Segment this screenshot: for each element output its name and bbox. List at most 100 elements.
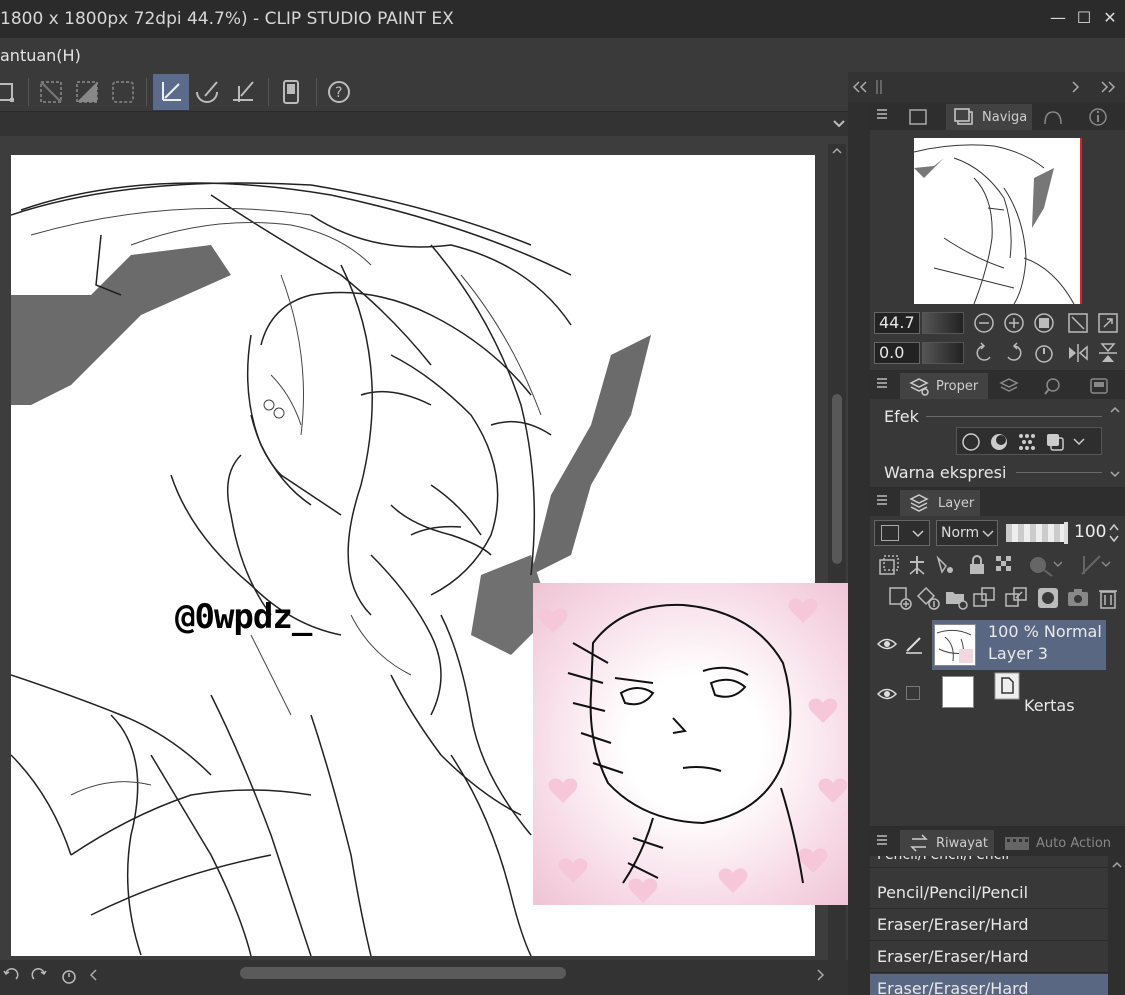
fit-to-navigator-icon[interactable] (1096, 311, 1120, 335)
new-folder-icon[interactable] (944, 586, 968, 610)
reference-layer-icon[interactable] (906, 554, 928, 576)
tab-sub-view[interactable] (900, 104, 944, 130)
reset-rotate-icon[interactable] (1032, 341, 1056, 365)
menu-icon[interactable] (876, 108, 888, 120)
grip-icon[interactable] (874, 78, 884, 96)
layer-color-select[interactable] (874, 520, 930, 546)
ruler-display-icon[interactable] (1080, 554, 1114, 578)
create-mask-icon[interactable] (1036, 586, 1060, 610)
tab-navigator[interactable]: Naviga (946, 104, 1032, 130)
select-all-icon[interactable] (105, 74, 141, 110)
transform-icon[interactable] (0, 74, 22, 110)
menu-help[interactable]: antuan(H) (0, 46, 81, 65)
zoom-in-icon[interactable] (1002, 311, 1026, 335)
apply-mask-icon[interactable] (1066, 586, 1090, 610)
zoom-field[interactable]: 44.7 (874, 312, 920, 334)
history-item-selected[interactable]: Eraser/Eraser/Hard (870, 974, 1108, 995)
chevron-right-icon[interactable] (1070, 80, 1082, 94)
chevron-down-icon[interactable] (832, 118, 846, 130)
fit-to-screen-icon[interactable] (1066, 311, 1090, 335)
snap-special-ruler-icon[interactable] (189, 74, 225, 110)
history-scrollbar[interactable] (1108, 856, 1125, 995)
layer-row-kertas[interactable]: Kertas (870, 670, 1108, 720)
vertical-scroll-thumb[interactable] (832, 394, 842, 564)
navigator-tab-bar: Naviga (870, 102, 1125, 130)
layer-color-icon[interactable] (1045, 432, 1065, 452)
rotate-left-icon[interactable] (972, 341, 996, 365)
history-item[interactable]: Eraser/Eraser/Hard (870, 910, 1108, 941)
tab-layer[interactable]: Layer (900, 490, 980, 516)
flip-vertical-icon[interactable] (1096, 341, 1120, 365)
tab-animation[interactable] (1080, 373, 1124, 399)
zoom-out-icon[interactable] (972, 311, 996, 335)
set-draft-layer-icon[interactable] (934, 554, 956, 576)
opacity-slider[interactable] (1006, 522, 1068, 544)
scroll-right-icon[interactable] (814, 968, 826, 982)
collapse-left-icon[interactable] (852, 80, 868, 94)
chevron-down-icon[interactable] (1071, 434, 1087, 450)
transfer-layer-icon[interactable] (972, 586, 996, 610)
eye-icon[interactable] (876, 684, 898, 704)
layer-body[interactable]: 100 % Normal Layer 3 (932, 620, 1106, 670)
border-effect-icon[interactable] (961, 432, 981, 452)
flip-horizontal-icon[interactable] (1066, 341, 1090, 365)
opacity-spinner-icon[interactable] (1108, 522, 1120, 544)
minimize-icon[interactable]: — (1048, 8, 1068, 28)
tab-auto-action[interactable]: Auto Action (996, 830, 1125, 856)
new-raster-layer-icon[interactable] (888, 586, 912, 610)
menu-icon[interactable] (876, 494, 888, 506)
lock-transparent-icon[interactable] (994, 554, 1016, 576)
undo-icon[interactable] (2, 967, 20, 985)
tab-history[interactable]: Riwayat (900, 830, 994, 856)
clear-outside-icon[interactable] (33, 74, 69, 110)
zoom-slider[interactable] (922, 312, 964, 334)
tab-search[interactable] (1034, 373, 1078, 399)
film-icon (1005, 837, 1029, 850)
snap-grid-icon[interactable] (225, 74, 261, 110)
eye-icon[interactable] (876, 634, 898, 654)
tab-info[interactable] (1080, 104, 1124, 130)
lock-layer-icon[interactable] (966, 554, 988, 576)
scroll-left-icon[interactable] (88, 968, 100, 982)
companion-mode-icon[interactable] (273, 74, 309, 110)
scroll-up-icon[interactable] (1111, 860, 1123, 870)
layer-edit-checkbox[interactable] (906, 686, 920, 700)
maximize-icon[interactable]: ☐ (1074, 8, 1094, 28)
history-item[interactable]: Pencil/Pencil/Pencil (870, 856, 1108, 868)
horizontal-scroll-thumb[interactable] (240, 967, 566, 979)
clip-lower-layer-icon[interactable] (878, 554, 900, 576)
layer-row-layer-3[interactable]: 100 % Normal Layer 3 (870, 620, 1108, 670)
actual-size-icon[interactable] (1032, 311, 1056, 335)
navigator-preview[interactable] (914, 138, 1082, 304)
snap-ruler-icon[interactable] (153, 74, 189, 110)
extract-line-icon[interactable] (989, 432, 1009, 452)
menu-icon[interactable] (876, 377, 888, 389)
scroll-up-icon[interactable] (831, 146, 843, 156)
rotate-field[interactable]: 0.0 (874, 342, 920, 364)
tab-layer-property[interactable]: Proper (900, 373, 988, 399)
help-icon[interactable]: ? (321, 74, 357, 110)
close-icon[interactable]: ✕ (1100, 8, 1120, 28)
tab-material[interactable] (1034, 104, 1078, 130)
tone-effect-icon[interactable] (1017, 432, 1037, 452)
rotate-right-icon[interactable] (1002, 341, 1026, 365)
reset-rotation-icon[interactable] (60, 967, 78, 985)
fill-selection-icon[interactable] (69, 74, 105, 110)
collapse-right-icon[interactable] (1100, 80, 1116, 94)
history-item[interactable]: Eraser/Eraser/Hard (870, 942, 1108, 973)
history-item[interactable]: Pencil/Pencil/Pencil (870, 878, 1108, 909)
redo-icon[interactable] (30, 967, 48, 985)
combine-layer-icon[interactable] (1004, 586, 1028, 610)
blend-mode-select[interactable]: Norm (936, 520, 998, 546)
new-vector-layer-icon[interactable] (916, 586, 940, 610)
menu-icon[interactable] (876, 834, 888, 846)
opacity-value[interactable]: 100 (1074, 522, 1106, 542)
rotate-slider[interactable] (922, 342, 964, 364)
material-icon (1044, 111, 1062, 125)
tab-layer-search[interactable] (990, 373, 1032, 399)
enable-mask-icon[interactable] (1028, 554, 1062, 578)
delete-layer-icon[interactable] (1096, 586, 1120, 610)
expand-section-icon[interactable] (1108, 467, 1122, 481)
collapse-section-icon[interactable] (1108, 403, 1122, 417)
layer-body[interactable]: Kertas (932, 670, 1106, 720)
